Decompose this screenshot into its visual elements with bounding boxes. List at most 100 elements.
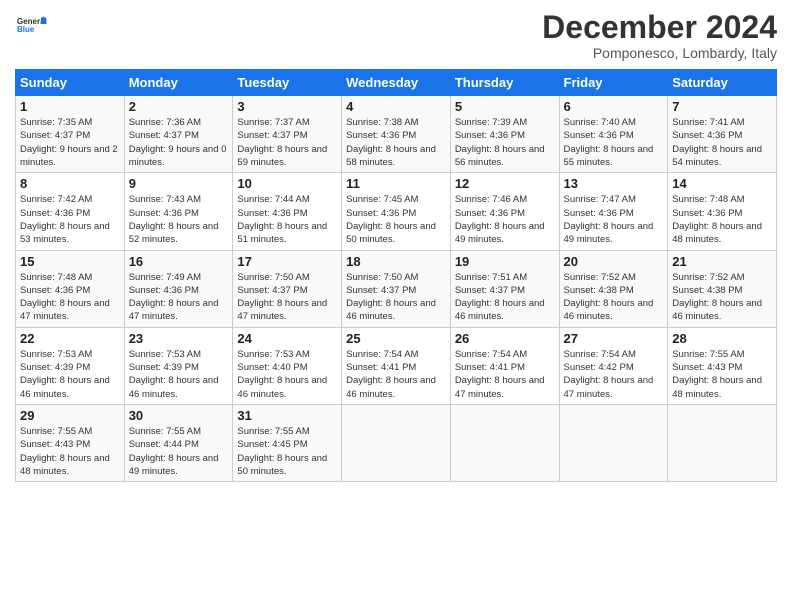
day-number: 11 (346, 176, 446, 191)
day-cell: 6 Sunrise: 7:40 AMSunset: 4:36 PMDayligh… (559, 96, 668, 173)
day-info: Sunrise: 7:48 AMSunset: 4:36 PMDaylight:… (20, 272, 110, 323)
day-number: 22 (20, 331, 120, 346)
day-number: 1 (20, 99, 120, 114)
day-number: 20 (564, 254, 664, 269)
day-cell (450, 404, 559, 481)
day-cell: 13 Sunrise: 7:47 AMSunset: 4:36 PMDaylig… (559, 173, 668, 250)
day-cell: 29 Sunrise: 7:55 AMSunset: 4:43 PMDaylig… (16, 404, 125, 481)
header-tuesday: Tuesday (233, 70, 342, 96)
day-cell: 31 Sunrise: 7:55 AMSunset: 4:45 PMDaylig… (233, 404, 342, 481)
day-cell: 26 Sunrise: 7:54 AMSunset: 4:41 PMDaylig… (450, 327, 559, 404)
day-info: Sunrise: 7:48 AMSunset: 4:36 PMDaylight:… (672, 194, 762, 245)
day-number: 23 (129, 331, 229, 346)
header-monday: Monday (124, 70, 233, 96)
day-cell: 25 Sunrise: 7:54 AMSunset: 4:41 PMDaylig… (342, 327, 451, 404)
day-info: Sunrise: 7:41 AMSunset: 4:36 PMDaylight:… (672, 117, 762, 168)
day-cell: 2 Sunrise: 7:36 AMSunset: 4:37 PMDayligh… (124, 96, 233, 173)
day-cell: 28 Sunrise: 7:55 AMSunset: 4:43 PMDaylig… (668, 327, 777, 404)
day-info: Sunrise: 7:39 AMSunset: 4:36 PMDaylight:… (455, 117, 545, 168)
day-info: Sunrise: 7:50 AMSunset: 4:37 PMDaylight:… (237, 272, 327, 323)
day-cell: 1 Sunrise: 7:35 AMSunset: 4:37 PMDayligh… (16, 96, 125, 173)
header-row: SundayMondayTuesdayWednesdayThursdayFrid… (16, 70, 777, 96)
day-number: 13 (564, 176, 664, 191)
day-number: 30 (129, 408, 229, 423)
calendar-page: General Blue December 2024 Pomponesco, L… (0, 0, 792, 612)
day-info: Sunrise: 7:53 AMSunset: 4:39 PMDaylight:… (20, 349, 110, 400)
day-number: 15 (20, 254, 120, 269)
day-cell: 12 Sunrise: 7:46 AMSunset: 4:36 PMDaylig… (450, 173, 559, 250)
day-info: Sunrise: 7:54 AMSunset: 4:41 PMDaylight:… (455, 349, 545, 400)
calendar-table: SundayMondayTuesdayWednesdayThursdayFrid… (15, 69, 777, 482)
day-cell: 22 Sunrise: 7:53 AMSunset: 4:39 PMDaylig… (16, 327, 125, 404)
day-info: Sunrise: 7:38 AMSunset: 4:36 PMDaylight:… (346, 117, 436, 168)
day-info: Sunrise: 7:44 AMSunset: 4:36 PMDaylight:… (237, 194, 327, 245)
day-number: 6 (564, 99, 664, 114)
svg-text:Blue: Blue (17, 25, 35, 34)
logo-icon: General Blue (17, 10, 47, 40)
day-info: Sunrise: 7:55 AMSunset: 4:44 PMDaylight:… (129, 426, 219, 477)
day-number: 17 (237, 254, 337, 269)
day-info: Sunrise: 7:55 AMSunset: 4:43 PMDaylight:… (672, 349, 762, 400)
day-cell: 11 Sunrise: 7:45 AMSunset: 4:36 PMDaylig… (342, 173, 451, 250)
day-cell: 5 Sunrise: 7:39 AMSunset: 4:36 PMDayligh… (450, 96, 559, 173)
day-number: 3 (237, 99, 337, 114)
day-cell: 3 Sunrise: 7:37 AMSunset: 4:37 PMDayligh… (233, 96, 342, 173)
main-title: December 2024 (542, 10, 777, 45)
day-cell: 8 Sunrise: 7:42 AMSunset: 4:36 PMDayligh… (16, 173, 125, 250)
subtitle: Pomponesco, Lombardy, Italy (542, 45, 777, 61)
day-info: Sunrise: 7:52 AMSunset: 4:38 PMDaylight:… (564, 272, 654, 323)
day-cell: 20 Sunrise: 7:52 AMSunset: 4:38 PMDaylig… (559, 250, 668, 327)
day-number: 31 (237, 408, 337, 423)
day-cell: 16 Sunrise: 7:49 AMSunset: 4:36 PMDaylig… (124, 250, 233, 327)
day-info: Sunrise: 7:53 AMSunset: 4:40 PMDaylight:… (237, 349, 327, 400)
day-info: Sunrise: 7:37 AMSunset: 4:37 PMDaylight:… (237, 117, 327, 168)
week-row-1: 1 Sunrise: 7:35 AMSunset: 4:37 PMDayligh… (16, 96, 777, 173)
day-number: 24 (237, 331, 337, 346)
week-row-5: 29 Sunrise: 7:55 AMSunset: 4:43 PMDaylig… (16, 404, 777, 481)
header-sunday: Sunday (16, 70, 125, 96)
day-number: 10 (237, 176, 337, 191)
day-number: 7 (672, 99, 772, 114)
day-number: 21 (672, 254, 772, 269)
day-cell: 10 Sunrise: 7:44 AMSunset: 4:36 PMDaylig… (233, 173, 342, 250)
day-cell (668, 404, 777, 481)
day-number: 27 (564, 331, 664, 346)
day-number: 19 (455, 254, 555, 269)
day-info: Sunrise: 7:45 AMSunset: 4:36 PMDaylight:… (346, 194, 436, 245)
day-cell: 18 Sunrise: 7:50 AMSunset: 4:37 PMDaylig… (342, 250, 451, 327)
day-cell: 4 Sunrise: 7:38 AMSunset: 4:36 PMDayligh… (342, 96, 451, 173)
title-block: December 2024 Pomponesco, Lombardy, Ital… (542, 10, 777, 61)
logo: General Blue (15, 10, 47, 45)
day-cell: 7 Sunrise: 7:41 AMSunset: 4:36 PMDayligh… (668, 96, 777, 173)
day-number: 14 (672, 176, 772, 191)
header-thursday: Thursday (450, 70, 559, 96)
day-cell: 21 Sunrise: 7:52 AMSunset: 4:38 PMDaylig… (668, 250, 777, 327)
day-number: 2 (129, 99, 229, 114)
day-info: Sunrise: 7:50 AMSunset: 4:37 PMDaylight:… (346, 272, 436, 323)
day-number: 5 (455, 99, 555, 114)
day-info: Sunrise: 7:54 AMSunset: 4:41 PMDaylight:… (346, 349, 436, 400)
header: General Blue December 2024 Pomponesco, L… (15, 10, 777, 61)
day-cell: 14 Sunrise: 7:48 AMSunset: 4:36 PMDaylig… (668, 173, 777, 250)
day-number: 25 (346, 331, 446, 346)
header-wednesday: Wednesday (342, 70, 451, 96)
header-friday: Friday (559, 70, 668, 96)
day-info: Sunrise: 7:35 AMSunset: 4:37 PMDaylight:… (20, 117, 118, 168)
day-info: Sunrise: 7:40 AMSunset: 4:36 PMDaylight:… (564, 117, 654, 168)
day-cell (559, 404, 668, 481)
header-saturday: Saturday (668, 70, 777, 96)
day-number: 29 (20, 408, 120, 423)
day-cell: 24 Sunrise: 7:53 AMSunset: 4:40 PMDaylig… (233, 327, 342, 404)
day-info: Sunrise: 7:49 AMSunset: 4:36 PMDaylight:… (129, 272, 219, 323)
day-info: Sunrise: 7:42 AMSunset: 4:36 PMDaylight:… (20, 194, 110, 245)
day-cell (342, 404, 451, 481)
day-number: 16 (129, 254, 229, 269)
day-cell: 19 Sunrise: 7:51 AMSunset: 4:37 PMDaylig… (450, 250, 559, 327)
day-info: Sunrise: 7:55 AMSunset: 4:43 PMDaylight:… (20, 426, 110, 477)
week-row-3: 15 Sunrise: 7:48 AMSunset: 4:36 PMDaylig… (16, 250, 777, 327)
day-number: 28 (672, 331, 772, 346)
day-info: Sunrise: 7:51 AMSunset: 4:37 PMDaylight:… (455, 272, 545, 323)
day-info: Sunrise: 7:53 AMSunset: 4:39 PMDaylight:… (129, 349, 219, 400)
day-cell: 27 Sunrise: 7:54 AMSunset: 4:42 PMDaylig… (559, 327, 668, 404)
day-cell: 15 Sunrise: 7:48 AMSunset: 4:36 PMDaylig… (16, 250, 125, 327)
